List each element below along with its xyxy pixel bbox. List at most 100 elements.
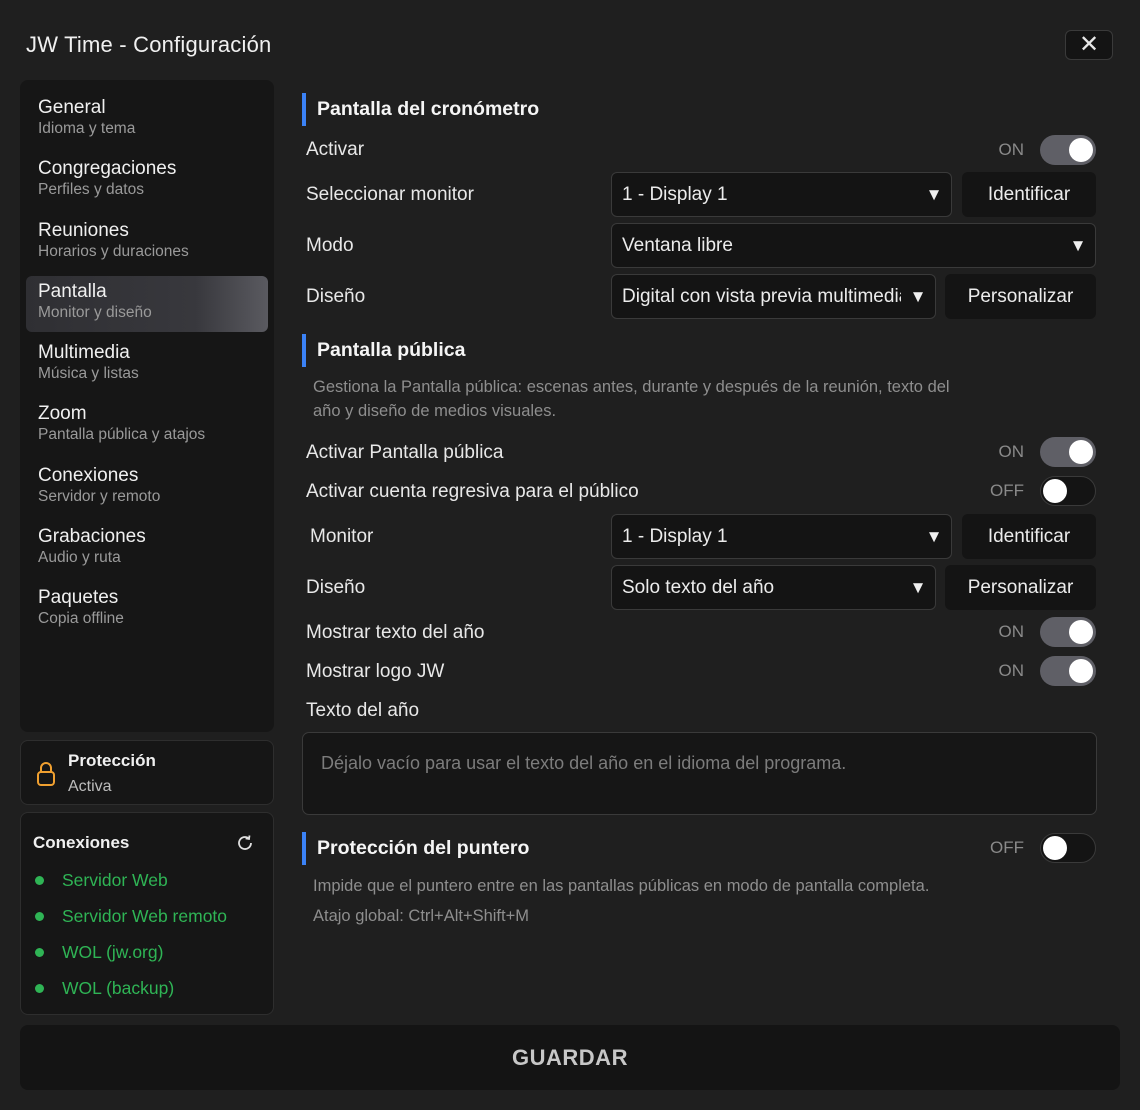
public-design-select[interactable]: Solo texto del año ▼ <box>611 565 936 610</box>
nav-item-pantalla[interactable]: Pantalla Monitor y diseño <box>26 275 268 332</box>
nav-item-zoom[interactable]: Zoom Pantalla pública y atajos <box>26 398 268 454</box>
select-value: Ventana libre <box>622 234 733 256</box>
toggle-state-text: ON <box>998 442 1025 461</box>
countdown-toggle[interactable] <box>1040 476 1096 506</box>
show-logo-label: Mostrar logo JW <box>306 661 445 682</box>
show-year-text-label: Mostrar texto del año <box>306 622 485 643</box>
nav-item-subtitle: Idioma y tema <box>38 120 136 137</box>
nav-item-subtitle: Servidor y remoto <box>38 487 161 505</box>
customize-button[interactable]: Personalizar <box>945 565 1096 610</box>
nav-item-subtitle: Horarios y duraciones <box>38 242 189 260</box>
nav-item-subtitle: Copia offline <box>38 610 124 628</box>
select-monitor-label: Seleccionar monitor <box>306 184 474 205</box>
select-value: Digital con vista previa multimedia <box>622 285 901 307</box>
lock-icon <box>37 762 55 786</box>
connection-item-wol-backup: WOL (backup) <box>35 978 174 999</box>
mode-label: Modo <box>306 235 354 256</box>
public-monitor-label: Monitor <box>310 526 374 547</box>
nav-item-paquetes[interactable]: Paquetes Copia offline <box>26 582 268 638</box>
identify-button[interactable]: Identificar <box>962 514 1096 559</box>
settings-nav: General Idioma y tema Congregaciones Per… <box>20 80 274 732</box>
toggle-state-text: ON <box>998 140 1025 159</box>
toggle-state-text: OFF <box>990 481 1024 500</box>
stopwatch-design-label: Diseño <box>306 286 366 307</box>
section-heading-stopwatch: Pantalla del cronómetro <box>302 93 539 126</box>
section-heading-public-screen: Pantalla pública <box>302 334 465 367</box>
show-logo-toggle[interactable] <box>1040 656 1096 686</box>
nav-item-subtitle: Música y listas <box>38 365 139 383</box>
stopwatch-monitor-select[interactable]: 1 - Display 1 ▼ <box>611 172 952 217</box>
nav-item-grabaciones[interactable]: Grabaciones Audio y ruta <box>26 521 268 577</box>
connection-label: WOL (jw.org) <box>62 942 164 962</box>
nav-item-congregaciones[interactable]: Congregaciones Perfiles y datos <box>26 153 268 209</box>
public-design-label: Diseño <box>306 577 366 598</box>
protection-title: Protección <box>68 751 156 770</box>
nav-item-label: Pantalla <box>38 280 107 302</box>
public-monitor-select[interactable]: 1 - Display 1 ▼ <box>611 514 952 559</box>
status-dot-icon <box>35 948 44 957</box>
stopwatch-design-select[interactable]: Digital con vista previa multimedia ▼ <box>611 274 936 319</box>
activate-stopwatch-label: Activar <box>306 139 365 160</box>
chevron-down-icon: ▼ <box>925 526 943 546</box>
window-title: JW Time - Configuración <box>26 32 272 57</box>
year-text-label: Texto del año <box>306 700 420 721</box>
connections-title: Conexiones <box>33 833 130 852</box>
customize-button[interactable]: Personalizar <box>945 274 1096 319</box>
pointer-protection-description: Impide que el puntero entre en las panta… <box>313 877 930 895</box>
nav-item-subtitle: Audio y ruta <box>38 549 121 567</box>
toggle-knob <box>1069 440 1093 464</box>
toggle-knob <box>1043 479 1067 503</box>
pointer-protection-toggle-group: OFF <box>984 833 1096 863</box>
nav-item-subtitle: Pantalla pública y atajos <box>38 426 206 444</box>
refresh-icon[interactable] <box>235 833 255 853</box>
chevron-down-icon: ▼ <box>925 184 943 204</box>
nav-item-label: Grabaciones <box>38 526 146 548</box>
toggle-knob <box>1069 659 1093 683</box>
connection-item-web-server: Servidor Web <box>35 870 168 891</box>
status-dot-icon <box>35 876 44 885</box>
chevron-down-icon: ▼ <box>909 577 927 597</box>
nav-item-reuniones[interactable]: Reuniones Horarios y duraciones <box>26 215 268 271</box>
year-text-placeholder: Déjalo vacío para usar el texto del año … <box>321 753 847 773</box>
protection-status: Activa <box>68 778 112 795</box>
status-dot-icon <box>35 912 44 921</box>
toggle-state-text: OFF <box>990 838 1024 857</box>
toggle-state-text: ON <box>998 622 1025 641</box>
show-year-text-toggle[interactable] <box>1040 617 1096 647</box>
pointer-protection-toggle[interactable] <box>1040 833 1096 863</box>
save-button[interactable]: GUARDAR <box>20 1025 1120 1090</box>
countdown-label: Activar cuenta regresiva para el público <box>306 481 639 502</box>
nav-item-general[interactable]: General Idioma y tema <box>26 92 268 148</box>
countdown-toggle-group: OFF <box>984 476 1096 506</box>
show-logo-toggle-group: ON <box>984 656 1096 686</box>
description-line: año y diseño de medios visuales. <box>313 402 557 420</box>
nav-item-label: Zoom <box>38 403 87 425</box>
show-year-text-toggle-group: ON <box>984 617 1096 647</box>
activate-public-toggle-group: ON <box>984 437 1096 467</box>
protection-card[interactable]: Protección Activa <box>20 740 274 805</box>
pointer-protection-shortcut: Atajo global: Ctrl+Alt+Shift+M <box>313 907 529 925</box>
status-dot-icon <box>35 984 44 993</box>
nav-item-label: Reuniones <box>38 219 129 241</box>
nav-item-label: Multimedia <box>38 342 130 364</box>
activate-stopwatch-toggle[interactable] <box>1040 135 1096 165</box>
public-screen-description: Gestiona la Pantalla pública: escenas an… <box>313 375 950 423</box>
close-icon: ✕ <box>1078 31 1100 58</box>
nav-item-label: Conexiones <box>38 464 139 486</box>
activate-public-toggle[interactable] <box>1040 437 1096 467</box>
connection-item-remote-web-server: Servidor Web remoto <box>35 906 227 927</box>
select-value: Solo texto del año <box>622 576 775 598</box>
mode-select[interactable]: Ventana libre ▼ <box>611 223 1096 268</box>
chevron-down-icon: ▼ <box>1069 235 1087 255</box>
identify-button[interactable]: Identificar <box>962 172 1096 217</box>
close-button[interactable]: ✕ <box>1065 30 1113 60</box>
connection-item-wol-jworg: WOL (jw.org) <box>35 942 163 963</box>
year-text-input[interactable]: Déjalo vacío para usar el texto del año … <box>302 732 1097 815</box>
nav-item-label: General <box>38 97 106 118</box>
select-value: 1 - Display 1 <box>622 525 728 547</box>
nav-item-conexiones[interactable]: Conexiones Servidor y remoto <box>26 460 268 516</box>
nav-item-multimedia[interactable]: Multimedia Música y listas <box>26 337 268 393</box>
connection-label: WOL (backup) <box>62 978 175 998</box>
toggle-knob <box>1043 836 1067 860</box>
toggle-knob <box>1069 620 1093 644</box>
